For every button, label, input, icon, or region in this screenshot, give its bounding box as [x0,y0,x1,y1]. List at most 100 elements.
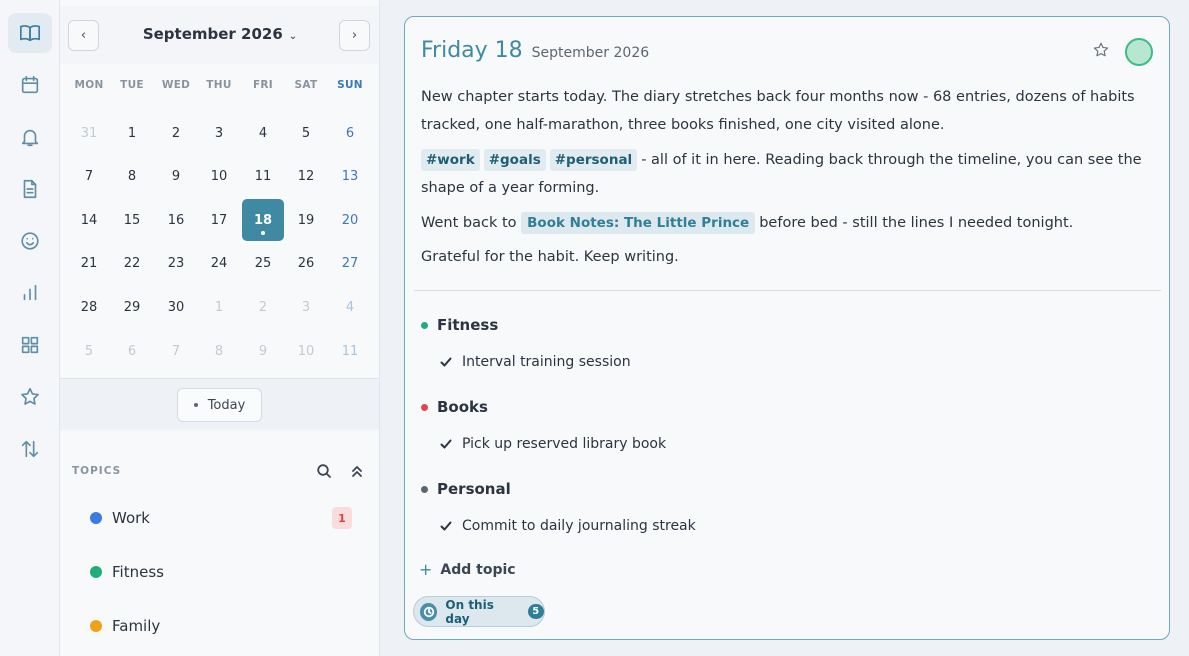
topic-count-badge: 1 [332,507,352,529]
calendar-day[interactable]: 6 [111,330,153,372]
topic-item[interactable]: Family [80,606,360,646]
calendar-day[interactable]: 14 [68,199,110,241]
calendar-day[interactable]: 21 [68,243,110,285]
calendar-day[interactable]: 10 [285,330,327,372]
calendar-day[interactable]: 2 [242,286,284,328]
checkmark-icon [439,437,453,451]
calendar-day[interactable]: 1 [111,112,153,154]
grid-icon [21,336,39,354]
rail-notes-button[interactable] [8,169,52,209]
plus-icon: + [419,560,433,579]
calendar-day[interactable]: 26 [285,243,327,285]
calendar-day[interactable]: 19 [285,199,327,241]
calendar-panel: ‹ September 2026 ⌄ › MON TUE WED THU FRI SAT SU… [60,0,380,656]
rail-stats-button[interactable] [8,273,52,313]
entry-paragraph: Went back to Book Notes: The Little Prin… [421,209,1155,237]
today-label: Today [207,397,246,413]
calendar-day[interactable]: 4 [329,286,371,328]
prev-month-button[interactable]: ‹ [68,20,99,51]
calendar-day[interactable]: 6 [329,112,371,154]
calendar-day[interactable]: 9 [242,330,284,372]
calendar-day[interactable]: 23 [155,243,197,285]
calendar-day[interactable]: 8 [111,156,153,198]
calendar-day[interactable]: 31 [68,112,110,154]
arrows-up-down-icon [21,440,39,458]
calendar-day[interactable]: 2 [155,112,197,154]
rail-dashboard-button[interactable] [8,325,52,365]
dot-icon [193,403,198,407]
timeline-task-label: Interval training session [462,354,631,370]
rail-favorites-button[interactable] [8,377,52,417]
rail-journal-button[interactable] [8,13,52,53]
search-icon [317,464,331,478]
calendar-day[interactable]: 1 [198,286,240,328]
calendar-day[interactable]: 11 [329,330,371,372]
star-icon [1093,42,1109,57]
calendar-day[interactable]: 30 [155,286,197,328]
calendar-day[interactable]: 13 [329,156,371,198]
timeline-topic-title: Personal [437,480,511,498]
calendar-day[interactable]: 28 [68,286,110,328]
calendar-day[interactable]: 4 [242,112,284,154]
calendar-day[interactable]: 10 [198,156,240,198]
calendar-day[interactable]: 8 [198,330,240,372]
topic-item[interactable]: Fitness [80,552,360,592]
linked-note-chip[interactable]: Book Notes: The Little Prince [521,212,756,234]
calendar-day[interactable]: 24 [198,243,240,285]
topic-color-dot [90,620,102,632]
calendar-day[interactable]: 12 [285,156,327,198]
month-selector[interactable]: September 2026 ⌄ [110,25,330,43]
rail-sync-button[interactable] [8,429,52,469]
calendar-day[interactable]: 20 [329,199,371,241]
calendar-day[interactable]: 29 [111,286,153,328]
timeline-task[interactable]: Interval training session [439,354,631,370]
chevron-down-icon: ⌄ [288,31,298,42]
topic-item[interactable]: Work 1 [80,498,360,538]
weekday-header: WED [161,79,191,91]
chevron-right-icon: › [351,28,358,43]
tag-chip[interactable]: #goals [483,149,546,171]
next-month-button[interactable]: › [339,20,370,51]
calendar-day[interactable]: 9 [155,156,197,198]
calendar-day[interactable]: 17 [198,199,240,241]
weekday-header: SAT [294,79,318,91]
rail-reminders-button[interactable] [8,117,52,157]
calendar-day[interactable]: 15 [111,199,153,241]
calendar-day[interactable]: 16 [155,199,197,241]
star-icon [21,387,39,405]
topics-collapse-button[interactable] [349,463,365,479]
bar-chart-icon [23,284,37,301]
timeline-topic-title: Books [437,398,488,416]
timeline-task[interactable]: Commit to daily journaling streak [439,518,696,534]
rail-mood-button[interactable] [8,221,52,261]
clock-icon [420,602,438,621]
timeline-topic-heading[interactable]: Books [421,398,488,416]
calendar-day-selected[interactable]: 18 [242,199,284,242]
calendar-day[interactable]: 25 [242,243,284,285]
mood-indicator-button[interactable] [1125,38,1153,66]
rail-calendar-button[interactable] [8,65,52,105]
timeline-topic-heading[interactable]: Personal [421,480,511,498]
tag-chip[interactable]: #personal [549,149,638,171]
bell-icon [21,129,39,147]
calendar-day[interactable]: 11 [242,156,284,198]
calendar-day[interactable]: 27 [329,243,371,285]
calendar-day[interactable]: 3 [285,286,327,328]
today-button[interactable]: Today [177,388,262,422]
on-this-day-button[interactable]: On this day 5 [413,596,545,627]
calendar-day[interactable]: 7 [68,156,110,198]
timeline-task[interactable]: Pick up reserved library book [439,436,666,452]
calendar-day[interactable]: 5 [285,112,327,154]
calendar-day[interactable]: 7 [155,330,197,372]
chevrons-up-icon [352,466,362,477]
timeline-topic-heading[interactable]: Fitness [421,316,498,334]
topics-search-button[interactable] [316,463,332,479]
book-open-icon [20,25,40,42]
calendar-day[interactable]: 3 [198,112,240,154]
favorite-button[interactable] [1092,41,1112,61]
timeline-task-label: Pick up reserved library book [462,436,667,452]
tag-chip[interactable]: #work [421,149,480,171]
calendar-day[interactable]: 5 [68,330,110,372]
add-topic-button[interactable]: + Add topic [419,560,516,579]
calendar-day[interactable]: 22 [111,243,153,285]
